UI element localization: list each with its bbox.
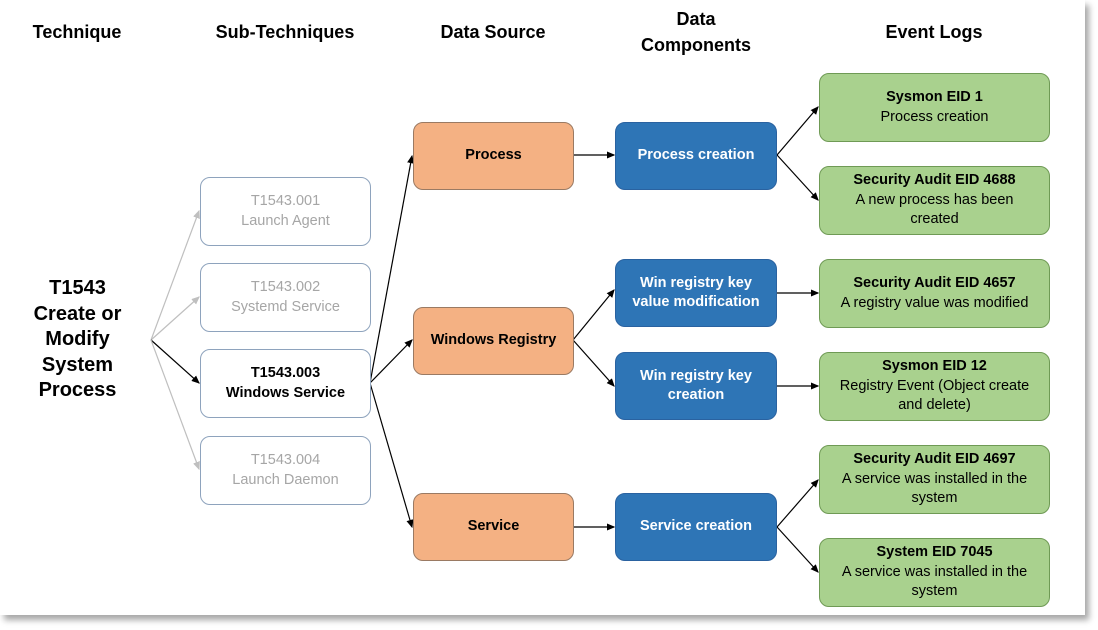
data-component-registry-value-modification: Win registry key value modification	[615, 259, 777, 327]
sub-technique-t1543-004: T1543.004 Launch Daemon	[200, 436, 371, 505]
data-component-label: creation	[667, 387, 725, 403]
header-data-components: Data Components	[615, 8, 777, 56]
sub-technique-t1543-003: T1543.003 Windows Service	[200, 349, 371, 418]
event-log-title: System EID 7045	[876, 544, 993, 561]
data-component-label: Service creation	[639, 518, 753, 535]
sub-technique-name: Systemd Service	[231, 298, 340, 315]
event-log-system-eid-7045: System EID 7045 A service was installed …	[819, 538, 1050, 607]
arrow-technique-to-t1543-002	[150, 296, 200, 341]
sub-technique-t1543-002: T1543.002 Systemd Service	[200, 263, 371, 332]
technique-name-line: System	[41, 353, 114, 376]
technique-name-line: Modify	[45, 328, 110, 350]
arrow-process-creation-to-4688	[776, 154, 819, 201]
data-component-service-creation: Service creation	[615, 493, 777, 561]
arrow-technique-to-t1543-004	[150, 339, 200, 471]
arrow-t1543-003-to-process	[369, 154, 415, 384]
technique-node: T1543 Create or Modify System Process	[20, 276, 135, 404]
arrow-registry-to-value-modification	[572, 289, 615, 341]
sub-technique-id: T1543.004	[250, 452, 321, 468]
data-source-label: Windows Registry	[430, 332, 557, 349]
event-log-security-audit-eid-4697: Security Audit EID 4697 A service was in…	[819, 445, 1050, 514]
data-source-process: Process	[413, 122, 574, 190]
event-log-desc: created	[910, 211, 959, 228]
sub-technique-id: T1543.001	[250, 193, 321, 209]
header-data-components-line1: Data	[676, 9, 716, 29]
event-log-desc: A new process has been	[855, 191, 1014, 208]
sub-technique-id: T1543.003	[250, 365, 321, 381]
technique-name-line: Process	[38, 379, 117, 401]
header-data-components-line2: Components	[641, 35, 751, 55]
data-source-windows-registry: Windows Registry	[413, 307, 574, 375]
header-data-source: Data Source	[440, 22, 546, 42]
event-log-desc: A service was installed in the	[841, 470, 1028, 487]
data-source-service: Service	[413, 493, 574, 561]
arrow-t1543-003-to-service	[369, 382, 414, 529]
diagram-card: Technique Sub-Techniques Data Source Dat…	[0, 0, 1085, 615]
data-component-label: Win registry key	[640, 274, 752, 291]
arrow-technique-to-t1543-003	[150, 339, 200, 384]
arrow-technique-to-t1543-001	[150, 209, 200, 341]
arrow-service-creation-to-7045	[776, 526, 819, 573]
header-event-logs: Event Logs	[885, 22, 983, 42]
data-source-label: Service	[467, 518, 520, 535]
arrow-service-creation-to-4697	[776, 479, 819, 528]
sub-technique-name: Launch Agent	[241, 212, 330, 229]
event-log-sysmon-eid-12: Sysmon EID 12 Registry Event (Object cre…	[819, 352, 1050, 421]
sub-technique-id: T1543.002	[250, 279, 321, 295]
event-log-desc: Process creation	[880, 108, 989, 125]
event-log-security-audit-eid-4688: Security Audit EID 4688 A new process ha…	[819, 166, 1050, 235]
sub-technique-name: Launch Daemon	[232, 471, 339, 488]
data-component-process-creation: Process creation	[615, 122, 777, 190]
event-log-title: Sysmon EID 1	[886, 89, 983, 105]
data-component-label: value modification	[632, 294, 760, 310]
event-log-desc: A registry value was modified	[840, 294, 1029, 311]
event-log-title: Security Audit EID 4657	[853, 275, 1016, 291]
event-log-title: Security Audit EID 4688	[853, 172, 1016, 189]
arrow-registry-to-key-creation	[572, 339, 615, 387]
header-sub-techniques: Sub-Techniques	[215, 22, 355, 42]
technique-id: T1543	[49, 277, 106, 299]
data-component-label: Win registry key	[640, 367, 752, 384]
event-log-desc: system	[911, 583, 958, 600]
event-log-desc: Registry Event (Object create	[839, 377, 1030, 394]
data-component-label: Process creation	[637, 147, 755, 164]
event-log-sysmon-eid-1: Sysmon EID 1 Process creation	[819, 73, 1050, 142]
event-log-desc: and delete)	[898, 397, 971, 414]
event-log-security-audit-eid-4657: Security Audit EID 4657 A registry value…	[819, 259, 1050, 328]
event-log-desc: A service was installed in the	[841, 563, 1028, 580]
event-log-title: Security Audit EID 4697	[853, 451, 1016, 468]
sub-technique-t1543-001: T1543.001 Launch Agent	[200, 177, 371, 246]
event-log-title: Sysmon EID 12	[882, 358, 987, 375]
arrow-process-creation-to-sysmon-1	[776, 106, 819, 156]
technique-name-line: Create or	[33, 302, 122, 325]
data-source-label: Process	[465, 147, 522, 164]
data-component-registry-key-creation: Win registry key creation	[615, 352, 777, 420]
sub-technique-name: Windows Service	[225, 384, 346, 401]
event-log-desc: system	[911, 490, 958, 507]
header-technique: Technique	[32, 22, 122, 42]
